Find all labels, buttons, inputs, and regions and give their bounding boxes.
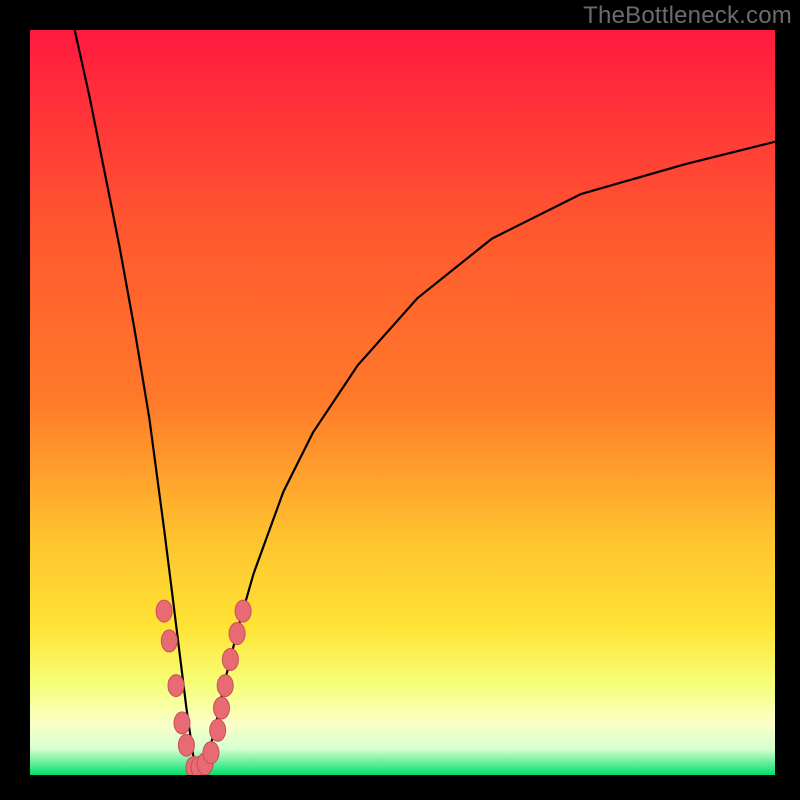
chart-frame: TheBottleneck.com <box>0 0 800 800</box>
data-marker <box>168 675 184 697</box>
data-marker <box>156 600 172 622</box>
data-marker <box>203 742 219 764</box>
data-marker <box>217 675 233 697</box>
gradient-background <box>30 30 775 775</box>
data-marker <box>235 600 251 622</box>
data-marker <box>161 630 177 652</box>
data-marker <box>178 734 194 756</box>
plot-area <box>30 30 775 775</box>
watermark-text: TheBottleneck.com <box>583 2 792 30</box>
data-marker <box>214 697 230 719</box>
data-marker <box>210 719 226 741</box>
data-marker <box>174 712 190 734</box>
data-marker <box>222 649 238 671</box>
data-marker <box>229 623 245 645</box>
chart-svg <box>30 30 775 775</box>
